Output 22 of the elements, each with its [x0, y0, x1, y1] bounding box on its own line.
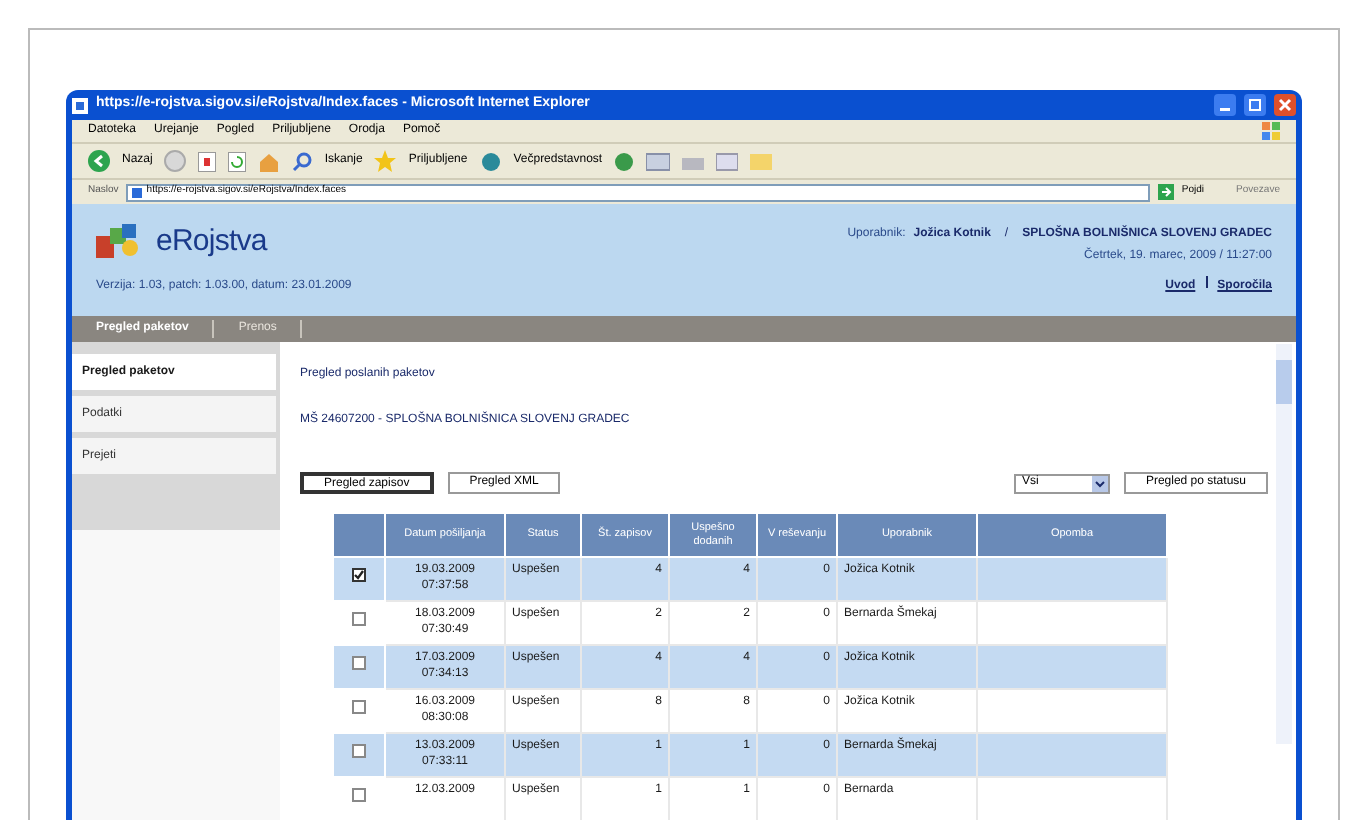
- row-checkbox[interactable]: [352, 568, 366, 582]
- browser-icon: [72, 97, 88, 113]
- app-logo-text: eRojstva: [156, 222, 267, 262]
- close-icon[interactable]: [1274, 94, 1296, 116]
- row-checkbox[interactable]: [352, 612, 366, 626]
- row-checkbox[interactable]: [352, 700, 366, 714]
- refresh-icon[interactable]: [228, 151, 247, 171]
- maximize-icon[interactable]: [1244, 94, 1266, 116]
- search-icon[interactable]: [292, 151, 313, 171]
- checkmark-icon: [354, 570, 364, 580]
- windows-flag-icon: [1262, 122, 1280, 140]
- minimize-icon[interactable]: [1214, 94, 1236, 116]
- dropdown-arrow-icon: [1091, 475, 1108, 491]
- go-arrow-icon[interactable]: [1157, 184, 1174, 200]
- stop-icon[interactable]: [198, 151, 217, 171]
- logo-icon: [96, 224, 140, 261]
- home-icon[interactable]: [258, 151, 281, 171]
- row-checkbox[interactable]: [352, 788, 366, 802]
- row-checkbox[interactable]: [352, 656, 366, 670]
- star-icon[interactable]: [374, 150, 397, 172]
- scrollbar[interactable]: [1276, 344, 1292, 744]
- row-checkbox[interactable]: [352, 744, 366, 758]
